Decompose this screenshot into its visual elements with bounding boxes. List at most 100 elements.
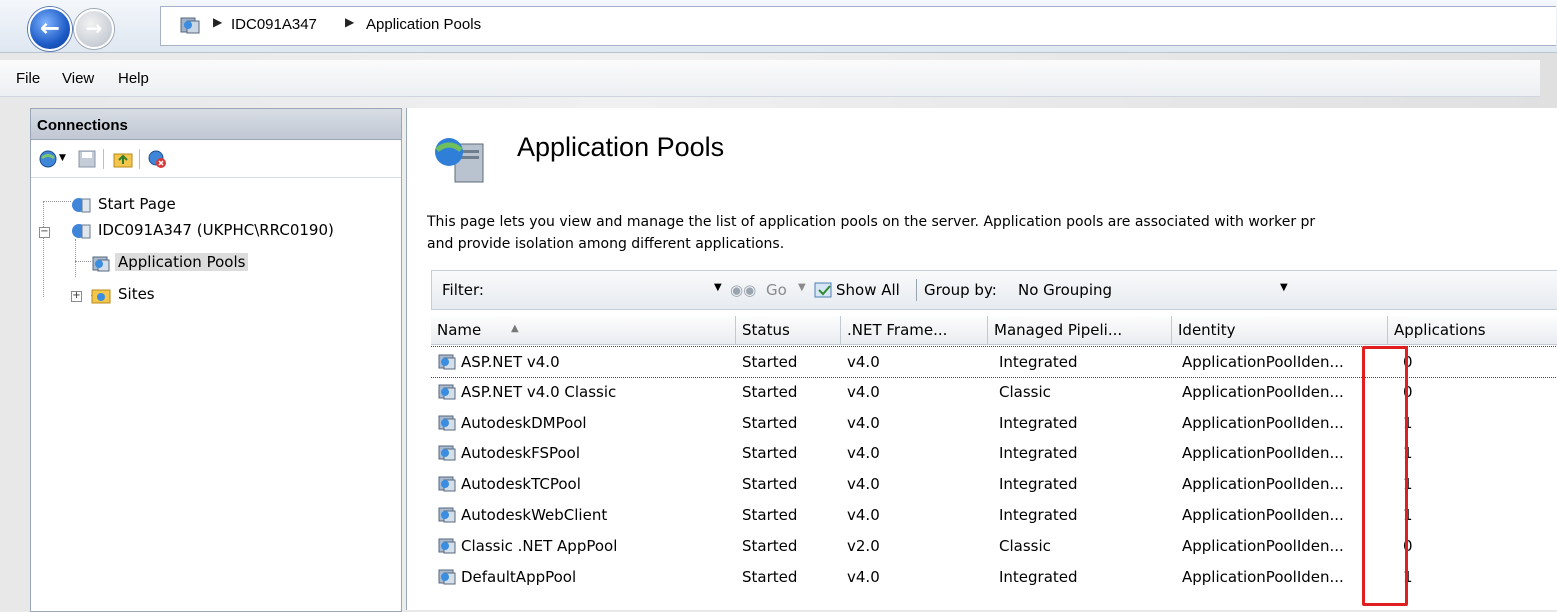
description-line: and provide isolation among different ap… <box>427 236 785 252</box>
cell-status: Started <box>742 506 798 524</box>
cell-status: Started <box>742 444 798 463</box>
cell-name: AutodeskDMPool <box>461 413 587 432</box>
tree-line <box>43 201 71 202</box>
cell-name: Classic .NET AppPool <box>461 536 618 555</box>
group-by-select[interactable]: No Grouping <box>1018 281 1112 299</box>
filter-bar: Filter: ▼ ◉◉ Go ▼ Show All Group by: No … <box>431 270 1557 310</box>
page-description: This page lets you view and manage the l… <box>427 211 1547 255</box>
cell-identity: ApplicationPoolIden... <box>1182 382 1344 401</box>
menu-file[interactable]: File <box>16 70 40 87</box>
connections-toolbar: ▼ <box>31 141 401 178</box>
menu-view[interactable]: View <box>62 70 94 87</box>
cell-status: Started <box>742 536 798 555</box>
cell-status: Started <box>742 475 798 494</box>
back-button[interactable]: ← <box>28 7 72 51</box>
app-pool-icon <box>438 538 456 554</box>
start-page-icon <box>72 198 91 213</box>
cell-identity: ApplicationPoolIden... <box>1182 413 1344 432</box>
cell-identity: ApplicationPoolIden... <box>1182 444 1344 463</box>
tree-item-label: Start Page <box>98 195 176 213</box>
column-header-net-framework[interactable]: .NET Frame... <box>841 316 988 344</box>
cell-pipeline: Integrated <box>999 475 1078 494</box>
cell-identity: ApplicationPoolIden... <box>1182 475 1344 494</box>
filter-label: Filter: <box>442 281 484 299</box>
breadcrumb[interactable]: ▶ IDC091A347 ▶ Application Pools <box>160 6 1556 46</box>
go-dropdown-icon[interactable]: ▼ <box>798 282 806 293</box>
save-icon[interactable] <box>77 149 97 169</box>
toolbar-divider <box>103 149 104 169</box>
app-pool-icon <box>438 569 456 585</box>
cell-pipeline: Integrated <box>999 413 1078 432</box>
tree-line <box>75 261 91 262</box>
app-pool-icon <box>438 507 456 523</box>
column-header-status[interactable]: Status <box>736 316 841 344</box>
filter-dropdown-icon[interactable]: ▼ <box>714 282 722 293</box>
cell-identity: ApplicationPoolIden... <box>1182 353 1344 371</box>
binoculars-icon[interactable]: ◉◉ <box>730 281 756 299</box>
applications-highlight-box <box>1362 346 1408 606</box>
connections-header: Connections <box>31 109 401 140</box>
cell-status: Started <box>742 353 798 371</box>
cell-name: AutodeskFSPool <box>461 444 580 463</box>
cell-name: DefaultAppPool <box>461 567 577 586</box>
connect-globe-icon[interactable] <box>39 149 59 169</box>
cell-pipeline: Integrated <box>999 353 1078 371</box>
cell-pipeline: Classic <box>999 382 1051 401</box>
cell-name: AutodeskWebClient <box>461 506 608 524</box>
go-button[interactable]: Go <box>766 281 787 299</box>
forward-button[interactable]: → <box>74 9 114 49</box>
page-title: Application Pools <box>517 132 725 162</box>
sites-folder-icon <box>91 289 111 304</box>
disconnect-icon[interactable] <box>147 149 167 169</box>
server-icon <box>180 17 200 34</box>
filter-input[interactable] <box>510 281 710 301</box>
column-header-applications[interactable]: Applications <box>1388 316 1557 344</box>
breadcrumb-server[interactable]: IDC091A347 <box>231 16 317 33</box>
tree-line <box>75 239 76 277</box>
breadcrumb-separator-icon: ▶ <box>213 15 223 29</box>
app-pool-icon <box>438 445 456 461</box>
connections-pane: Connections ▼ Start Page − IDC091A347 (U… <box>30 108 402 612</box>
application-pools-icon <box>435 138 484 183</box>
server-node-icon <box>72 224 91 239</box>
address-bar: ← → ▶ IDC091A347 ▶ Application Pools <box>0 0 1557 53</box>
dropdown-arrow-icon[interactable]: ▼ <box>59 153 66 163</box>
expand-icon[interactable]: + <box>71 291 82 302</box>
cell-net-version: v4.0 <box>847 444 880 463</box>
breadcrumb-page[interactable]: Application Pools <box>366 16 481 33</box>
collapse-icon[interactable]: − <box>39 227 50 238</box>
app-pool-icon <box>438 384 456 400</box>
sort-ascending-icon: ▲ <box>511 323 519 334</box>
cell-identity: ApplicationPoolIden... <box>1182 506 1344 524</box>
cell-net-version: v4.0 <box>847 506 880 524</box>
menu-bar: File View Help <box>0 60 1540 97</box>
toolbar-divider <box>916 279 917 301</box>
column-header-managed-pipeline[interactable]: Managed Pipeli... <box>988 316 1172 344</box>
menu-help[interactable]: Help <box>118 70 149 87</box>
show-all-button[interactable]: Show All <box>836 281 900 299</box>
column-header-name[interactable]: Name ▲ <box>431 316 736 344</box>
toolbar-divider <box>139 149 140 169</box>
cell-status: Started <box>742 567 798 586</box>
cell-net-version: v4.0 <box>847 353 880 371</box>
cell-pipeline: Integrated <box>999 506 1078 524</box>
tree-item-label: IDC091A347 (UKPHC\RRC0190) <box>98 221 334 239</box>
forward-arrow-icon: → <box>85 16 103 40</box>
tree-line <box>43 201 44 297</box>
description-line: This page lets you view and manage the l… <box>427 214 1316 230</box>
cell-pipeline: Integrated <box>999 567 1078 586</box>
cell-name: ASP.NET v4.0 <box>461 353 560 371</box>
group-by-label: Group by: <box>924 281 997 299</box>
up-folder-icon[interactable] <box>113 149 133 169</box>
column-header-identity[interactable]: Identity <box>1172 316 1388 344</box>
back-arrow-icon: ← <box>39 14 61 42</box>
show-all-icon[interactable] <box>814 281 834 299</box>
cell-pipeline: Classic <box>999 536 1051 555</box>
tree-item-label: Sites <box>118 285 155 303</box>
tree-item-label: Application Pools <box>115 253 249 271</box>
cell-pipeline: Integrated <box>999 444 1078 463</box>
group-by-dropdown-icon[interactable]: ▼ <box>1280 282 1288 293</box>
cell-net-version: v4.0 <box>847 567 880 586</box>
app-pool-icon <box>92 256 110 272</box>
cell-net-version: v4.0 <box>847 382 880 401</box>
